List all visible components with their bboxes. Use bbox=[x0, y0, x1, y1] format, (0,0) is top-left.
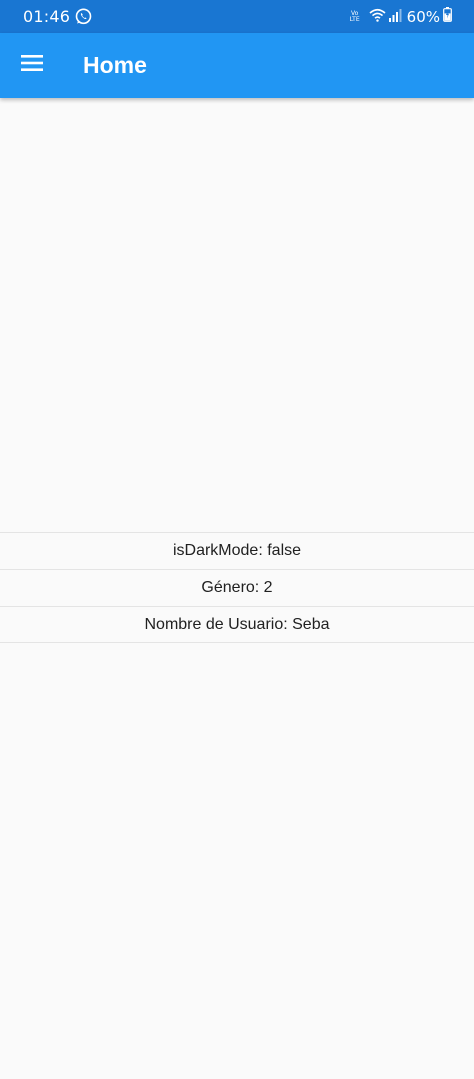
battery-percent: 60% bbox=[406, 7, 440, 26]
status-left: 01:46 bbox=[23, 7, 92, 26]
menu-button[interactable] bbox=[4, 38, 60, 94]
status-right: Vo LTE 60% bbox=[348, 7, 452, 26]
signal-icon bbox=[388, 7, 402, 26]
battery-icon bbox=[443, 7, 452, 26]
status-time: 01:46 bbox=[23, 7, 71, 26]
settings-list: isDarkMode: false Género: 2 Nombre de Us… bbox=[0, 532, 474, 643]
menu-icon bbox=[21, 54, 43, 77]
volte-icon: Vo LTE bbox=[348, 10, 362, 24]
wifi-icon bbox=[369, 7, 386, 26]
whatsapp-icon bbox=[75, 8, 92, 25]
list-item-dark-mode[interactable]: isDarkMode: false bbox=[0, 532, 474, 569]
page-title: Home bbox=[83, 52, 147, 78]
app-bar: Home bbox=[0, 33, 474, 98]
status-bar: 01:46 Vo LTE 60% bbox=[0, 0, 474, 33]
list-item-genero[interactable]: Género: 2 bbox=[0, 569, 474, 606]
list-item-nombre-usuario[interactable]: Nombre de Usuario: Seba bbox=[0, 606, 474, 643]
volte-bottom-label: LTE bbox=[349, 15, 360, 23]
